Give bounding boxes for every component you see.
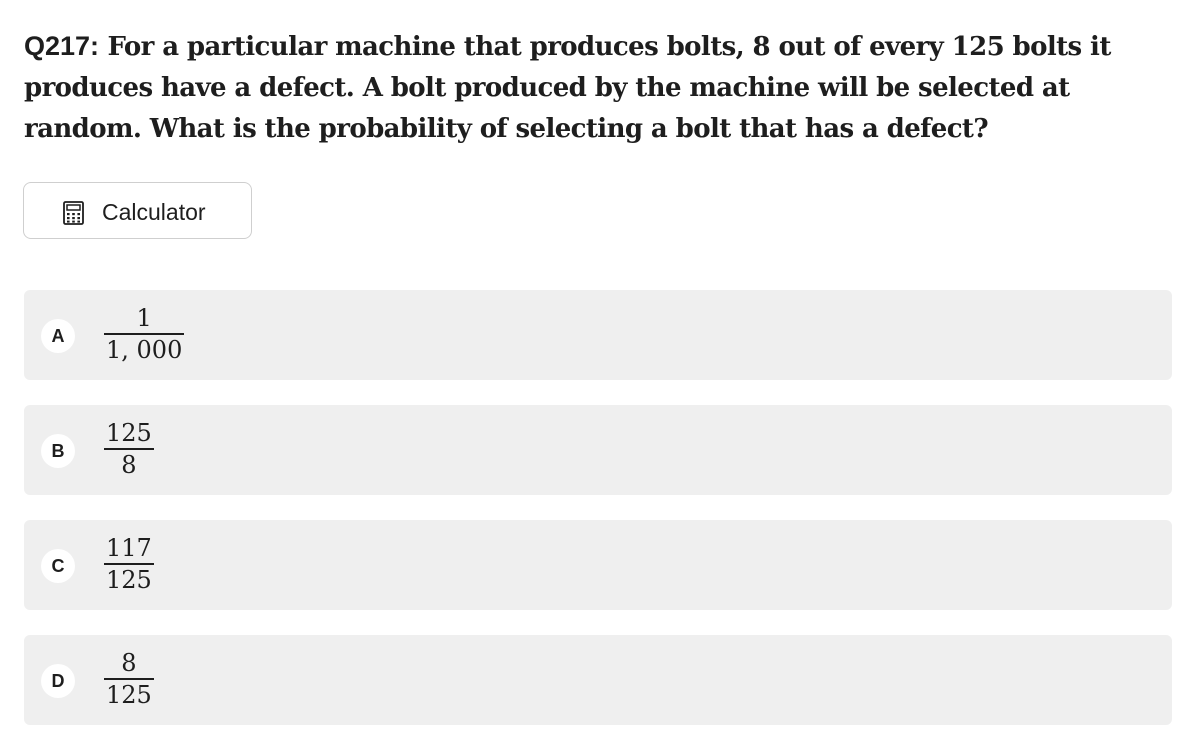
option-d-numerator: 8: [121, 649, 137, 677]
option-c-fraction: 117 125: [104, 534, 154, 594]
question-text: Q217: For a particular machine that prod…: [24, 26, 1174, 150]
answer-option-a[interactable]: A 1 1, 000: [24, 290, 1172, 380]
option-d-denominator: 125: [106, 680, 152, 709]
option-c-numerator: 117: [106, 534, 152, 562]
option-letter-c: C: [41, 549, 75, 583]
option-c-denominator: 125: [106, 565, 152, 594]
option-letter-b: B: [41, 434, 75, 468]
calculator-icon: [63, 201, 84, 225]
option-a-numerator: 1: [136, 304, 152, 332]
option-b-denominator: 8: [121, 450, 137, 479]
option-d-fraction: 8 125: [104, 649, 154, 709]
option-b-fraction: 125 8: [104, 419, 154, 479]
answer-option-b[interactable]: B 125 8: [24, 405, 1172, 495]
option-a-denominator: 1, 000: [106, 335, 183, 364]
option-letter-d: D: [41, 664, 75, 698]
option-letter-a: A: [41, 319, 75, 353]
question-number: Q217:: [24, 31, 100, 61]
option-b-numerator: 125: [106, 419, 152, 447]
answer-option-d[interactable]: D 8 125: [24, 635, 1172, 725]
option-a-fraction: 1 1, 000: [104, 304, 185, 364]
calculator-button[interactable]: Calculator: [23, 182, 252, 239]
answer-option-c[interactable]: C 117 125: [24, 520, 1172, 610]
question-body: For a particular machine that produces b…: [24, 32, 1111, 144]
calculator-label: Calculator: [102, 199, 206, 225]
